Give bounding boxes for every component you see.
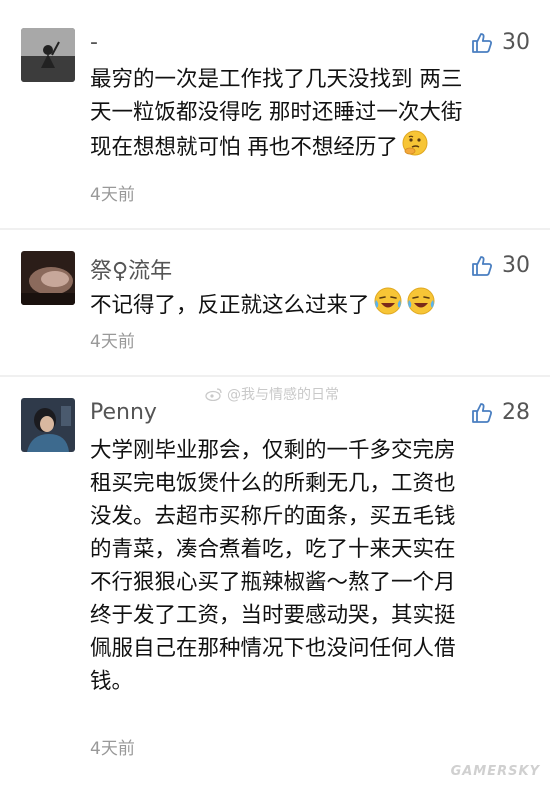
like-count: 28 xyxy=(502,400,530,425)
comment-line: 钱。 xyxy=(90,669,134,694)
timestamp: 4天前 xyxy=(90,332,135,352)
divider xyxy=(0,228,550,230)
watermark-text: @我与情感的日常 xyxy=(227,387,339,403)
divider xyxy=(0,375,550,377)
like-button[interactable]: 28 xyxy=(470,400,530,425)
comment-line: 大学刚毕业那会，仅剩的一千多交完房 xyxy=(90,438,456,463)
avatar[interactable] xyxy=(21,28,75,82)
comment-line-with-emoji: 现在想想就可怕 再也不想经历了 xyxy=(90,129,510,167)
comment-line-with-emoji: 不记得了，反正就这么过来了 xyxy=(90,286,510,326)
comment-text: 大学刚毕业那会，仅剩的一千多交完房 租买完电饭煲什么的所剩无几，工资也 没发。去… xyxy=(90,434,510,698)
like-button[interactable]: 30 xyxy=(470,30,530,55)
weibo-icon xyxy=(205,388,222,401)
comment-text: 最穷的一次是工作找了几天没找到 两三 天一粒饭都没得吃 那时还睡过一次大街 现在… xyxy=(90,63,510,167)
comment-line: 终于发了工资，当时要感动哭，其实挺 xyxy=(90,603,456,628)
like-button[interactable]: 30 xyxy=(470,253,530,278)
comment-line: 佩服自己在那种情况下也没问任何人借 xyxy=(90,636,456,661)
comment-line: 最穷的一次是工作找了几天没找到 两三 xyxy=(90,67,463,92)
thumbs-up-icon xyxy=(472,255,493,276)
thumbs-up-icon xyxy=(472,32,493,53)
comment-line: 不记得了，反正就这么过来了 xyxy=(90,293,370,318)
thinking-face-icon xyxy=(401,129,429,167)
timestamp: 4天前 xyxy=(90,185,135,205)
avatar[interactable] xyxy=(21,251,75,305)
comment-line: 天一粒饭都没得吃 那时还睡过一次大街 xyxy=(90,100,463,125)
like-count: 30 xyxy=(502,30,530,55)
crying-laughing-face-icon xyxy=(373,286,403,326)
username[interactable]: - xyxy=(90,30,98,55)
avatar[interactable] xyxy=(21,398,75,452)
crying-laughing-face-icon xyxy=(406,286,436,326)
username[interactable]: 祭♀流年 xyxy=(90,253,172,285)
comment-line: 现在想想就可怕 再也不想经历了 xyxy=(90,135,398,160)
comment-text: 不记得了，反正就这么过来了 xyxy=(90,286,510,326)
comment-line: 的青菜，凑合煮着吃，吃了十来天实在 xyxy=(90,537,456,562)
comment-line: 租买完电饭煲什么的所剩无几，工资也 xyxy=(90,471,456,496)
brand-watermark: GAMERSKY xyxy=(450,764,540,779)
username[interactable]: Penny xyxy=(90,400,157,425)
like-count: 30 xyxy=(502,253,530,278)
thumbs-up-icon xyxy=(472,402,493,423)
comment-line: 没发。去超市买称斤的面条，买五毛钱 xyxy=(90,504,456,529)
timestamp: 4天前 xyxy=(90,739,135,759)
weibo-watermark: @我与情感的日常 xyxy=(205,384,339,404)
comment-line: 不行狠狠心买了瓶辣椒酱～熬了一个月 xyxy=(90,570,456,595)
